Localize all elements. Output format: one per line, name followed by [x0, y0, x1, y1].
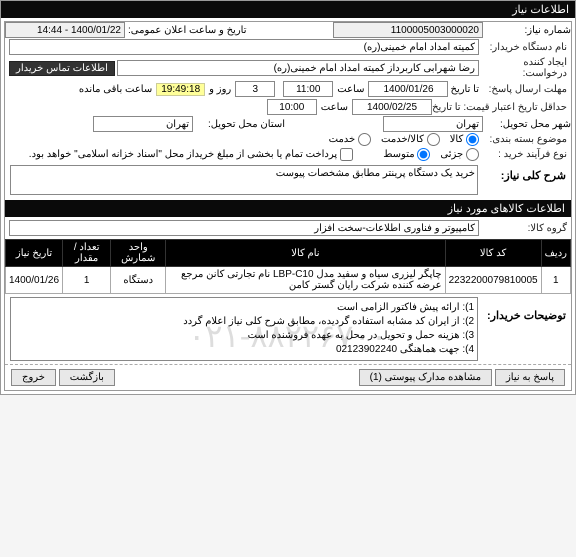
bundle-label: موضوع بسته بندی:: [479, 134, 567, 145]
deadline-label: مهلت ارسال پاسخ:: [479, 84, 567, 95]
public-date-label: تاریخ و ساعت اعلان عمومی:: [125, 25, 250, 36]
time-label-2: ساعت: [321, 102, 348, 113]
min-valid-date-field[interactable]: [352, 99, 432, 115]
buy-type-label: نوع فرآیند خرید :: [479, 149, 567, 160]
back-button[interactable]: بازگشت: [59, 369, 115, 386]
public-date-field[interactable]: [5, 22, 125, 38]
radio-small[interactable]: جزئی: [440, 148, 479, 161]
need-no-field[interactable]: [333, 22, 483, 38]
deadline-time-field[interactable]: [283, 81, 333, 97]
attach-button[interactable]: مشاهده مدارک پیوستی (1): [359, 369, 493, 386]
remain-label: ساعت باقی مانده: [79, 84, 152, 95]
goods-info-title: اطلاعات کالاهای مورد نیاز: [5, 200, 571, 217]
buyer-explain-label: توضیحات خریدار:: [478, 297, 566, 361]
deliver-prov-field[interactable]: [93, 116, 193, 132]
buyer-label: نام دستگاه خریدار:: [479, 42, 567, 53]
table-row[interactable]: 12232200079810005چاپگر لیزری سیاه و سفید…: [6, 267, 571, 294]
day-and-label: روز و: [209, 84, 231, 95]
deliver-city-label: شهر محل تحویل:: [483, 119, 571, 130]
group-field[interactable]: [9, 220, 479, 236]
general-desc-label: شرح کلی نیاز:: [478, 165, 566, 182]
table-header: تاریخ نیاز: [6, 240, 63, 267]
deliver-prov-label: استان محل تحویل:: [193, 119, 288, 130]
days-field: [235, 81, 275, 97]
settlement-checkbox[interactable]: [340, 148, 353, 161]
table-header: تعداد / مقدار: [63, 240, 111, 267]
table-header: نام کالا: [166, 240, 445, 267]
settlement-note: پرداخت تمام یا بخشی از مبلغ خریداز محل "…: [29, 149, 337, 160]
min-valid-time-field[interactable]: [267, 99, 317, 115]
need-no-label: شماره نیاز:: [483, 25, 571, 36]
table-header: ردیف: [541, 240, 570, 267]
buyer-field[interactable]: [9, 39, 479, 55]
until-label: تا تاریخ: [450, 84, 479, 95]
radio-service[interactable]: خدمت: [329, 133, 371, 146]
general-desc-field[interactable]: [10, 165, 478, 195]
radio-medium[interactable]: متوسط: [383, 148, 430, 161]
goods-table: ردیفکد کالانام کالاواحد شمارشتعداد / مقد…: [5, 239, 571, 294]
deliver-city-field[interactable]: [383, 116, 483, 132]
buyer-explain-text: 1): ارائه پیش فاکتور الزامی است2): از ای…: [10, 297, 478, 361]
creator-field[interactable]: [117, 60, 479, 76]
deadline-date-field[interactable]: [368, 81, 448, 97]
creator-label: ایجاد کننده درخواست:: [479, 57, 567, 79]
table-header: واحد شمارش: [111, 240, 166, 267]
min-valid-label: حداقل تاریخ اعتبار قیمت: تا تاریخ: [432, 102, 567, 113]
contact-buyer-button[interactable]: اطلاعات تماس خریدار: [9, 61, 115, 76]
radio-goods-service[interactable]: کالا/خدمت: [381, 133, 440, 146]
time-label-1: ساعت: [337, 84, 364, 95]
group-label: گروه کالا:: [479, 223, 567, 234]
countdown-timer: 19:49:18: [156, 83, 205, 96]
radio-goods[interactable]: کالا: [450, 133, 479, 146]
reply-button[interactable]: پاسخ به نیاز: [495, 369, 565, 386]
exit-button[interactable]: خروج: [11, 369, 56, 386]
table-header: کد کالا: [445, 240, 541, 267]
window-title: اطلاعات نیاز: [1, 1, 575, 18]
